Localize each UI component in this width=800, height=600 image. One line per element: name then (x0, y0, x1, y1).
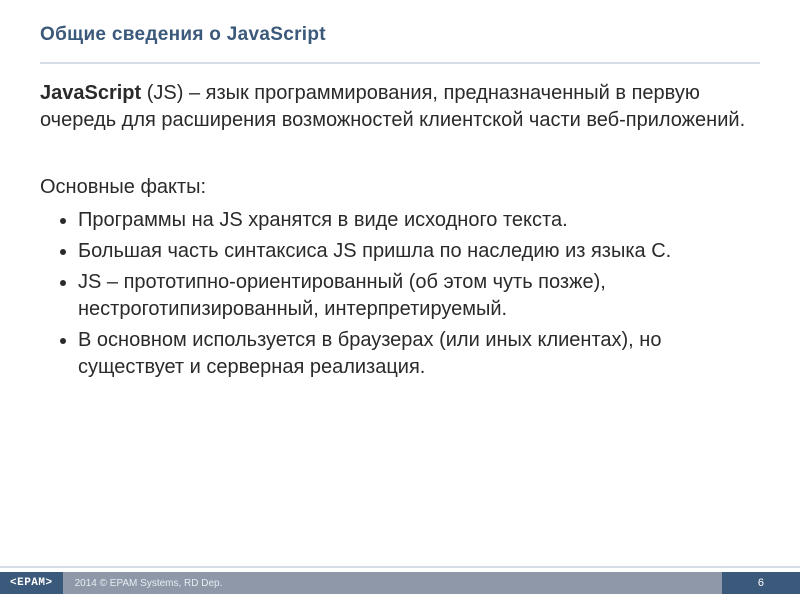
slide-footer: <EPAM> 2014 © EPAM Systems, RD Dep. 6 (0, 566, 800, 600)
list-item: Программы на JS хранятся в виде исходног… (78, 207, 760, 234)
facts-subhead: Основные факты: (40, 174, 760, 201)
definition-paragraph: JavaScript (JS) – язык программирования,… (40, 80, 760, 134)
footer-divider (0, 566, 800, 568)
list-item: Большая часть синтаксиса JS пришла по на… (78, 238, 760, 265)
epam-logo: <EPAM> (0, 572, 63, 594)
list-item: JS – прототипно-ориентированный (об этом… (78, 269, 760, 323)
page-number: 6 (722, 572, 800, 594)
term-bold: JavaScript (40, 82, 141, 104)
slide-content: JavaScript (JS) – язык программирования,… (0, 64, 800, 385)
definition-text: (JS) – язык программирования, предназнач… (40, 82, 745, 131)
slide: Общие сведения о JavaScript JavaScript (… (0, 0, 800, 600)
facts-list: Программы на JS хранятся в виде исходног… (40, 207, 760, 381)
slide-header: Общие сведения о JavaScript (0, 0, 800, 56)
footer-bar: <EPAM> 2014 © EPAM Systems, RD Dep. 6 (0, 572, 800, 594)
footer-copyright: 2014 © EPAM Systems, RD Dep. (63, 572, 722, 594)
list-item: В основном используется в браузерах (или… (78, 327, 760, 381)
slide-title: Общие сведения о JavaScript (40, 24, 760, 46)
